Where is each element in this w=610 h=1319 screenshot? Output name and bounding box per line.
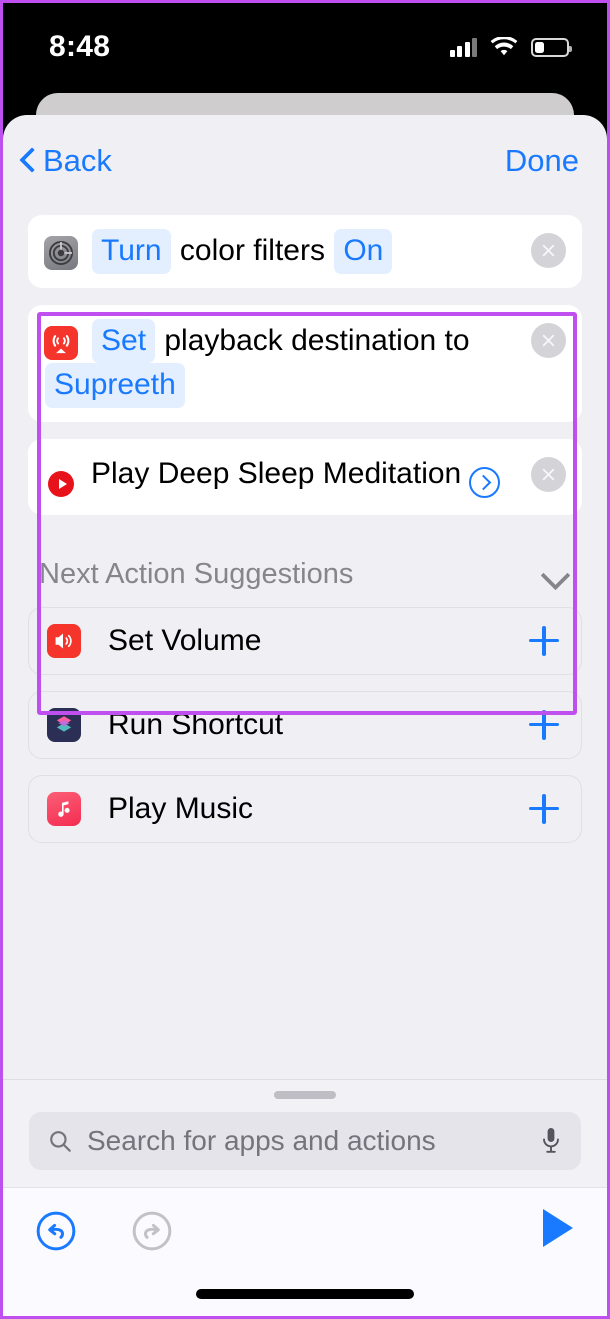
search-panel: Search for apps and actions bbox=[3, 1079, 607, 1187]
action-text: Set playback destination to Supreeth bbox=[44, 318, 564, 408]
chevron-left-icon bbox=[17, 146, 39, 176]
back-button[interactable]: Back bbox=[17, 143, 112, 179]
accessibility-settings-icon bbox=[44, 236, 78, 270]
editor-sheet: Back Done Turn color filters On Set play… bbox=[3, 115, 607, 1316]
suggestion-label: Play Music bbox=[108, 791, 254, 825]
action-list: Turn color filters On Set playback desti… bbox=[3, 207, 607, 715]
action-static-text: color filters bbox=[179, 234, 325, 267]
chevron-down-icon[interactable] bbox=[541, 565, 571, 583]
plus-icon[interactable] bbox=[529, 793, 559, 824]
search-icon bbox=[50, 1131, 71, 1152]
home-indicator bbox=[196, 1289, 414, 1299]
cellular-bars-icon bbox=[449, 37, 477, 57]
redo-icon[interactable] bbox=[131, 1210, 173, 1252]
action-static-text: Play Deep Sleep Meditation bbox=[91, 456, 462, 490]
suggestion-list: Set Volume Run Shortcut Play Music bbox=[3, 606, 607, 843]
action-text: Turn color filters On bbox=[44, 229, 564, 274]
navigation-bar: Back Done bbox=[3, 115, 607, 207]
suggestions-title: Next Action Suggestions bbox=[39, 557, 354, 590]
plus-icon[interactable] bbox=[529, 709, 559, 740]
chevron-right-circle-icon[interactable] bbox=[469, 466, 501, 498]
bottom-toolbar bbox=[3, 1187, 607, 1316]
suggestion-row-play-music[interactable]: Play Music bbox=[28, 774, 582, 843]
action-card-play-deep-sleep-meditation[interactable]: Play Deep Sleep Meditation bbox=[28, 438, 582, 515]
status-indicators bbox=[449, 36, 572, 58]
phone-screen: 8:48 Back Done Turn color filters On Set… bbox=[0, 0, 610, 1319]
suggestion-label: Set Volume bbox=[108, 623, 262, 657]
suggestion-row-set-volume[interactable]: Set Volume bbox=[28, 606, 582, 675]
action-card-set-playback-destination[interactable]: Set playback destination to Supreeth bbox=[28, 304, 582, 422]
status-bar: 8:48 bbox=[3, 3, 607, 91]
wifi-icon bbox=[490, 36, 518, 55]
done-button[interactable]: Done bbox=[505, 143, 579, 179]
action-param-turn[interactable]: Turn bbox=[92, 229, 171, 274]
next-action-suggestions-header[interactable]: Next Action Suggestions bbox=[3, 532, 607, 607]
action-text: Play Deep Sleep Meditation bbox=[44, 453, 564, 501]
airplay-icon bbox=[44, 325, 78, 360]
play-icon[interactable] bbox=[537, 1206, 577, 1255]
music-note-icon bbox=[47, 791, 81, 826]
action-card-turn-color-filters[interactable]: Turn color filters On bbox=[28, 215, 582, 288]
suggestion-row-run-shortcut[interactable]: Run Shortcut bbox=[28, 690, 582, 759]
shortcuts-app-icon bbox=[47, 707, 81, 742]
drag-handle[interactable] bbox=[274, 1091, 336, 1099]
suggestion-label: Run Shortcut bbox=[108, 707, 284, 741]
battery-icon bbox=[531, 37, 572, 57]
status-time: 8:48 bbox=[49, 30, 111, 63]
action-param-state[interactable]: On bbox=[334, 229, 393, 274]
search-input[interactable]: Search for apps and actions bbox=[87, 1125, 539, 1157]
back-button-label: Back bbox=[43, 143, 112, 178]
action-param-destination[interactable]: Supreeth bbox=[45, 363, 185, 408]
action-param-set[interactable]: Set bbox=[92, 318, 156, 364]
close-circle-icon[interactable] bbox=[531, 322, 566, 358]
plus-icon[interactable] bbox=[529, 625, 559, 656]
speaker-volume-icon bbox=[47, 623, 81, 658]
youtube-music-icon bbox=[44, 466, 78, 501]
action-static-text: playback destination to bbox=[164, 323, 470, 357]
microphone-icon[interactable] bbox=[539, 1126, 563, 1156]
close-circle-icon[interactable] bbox=[531, 456, 566, 492]
close-circle-icon[interactable] bbox=[531, 233, 566, 268]
undo-icon[interactable] bbox=[35, 1210, 77, 1252]
search-bar[interactable]: Search for apps and actions bbox=[29, 1112, 581, 1170]
